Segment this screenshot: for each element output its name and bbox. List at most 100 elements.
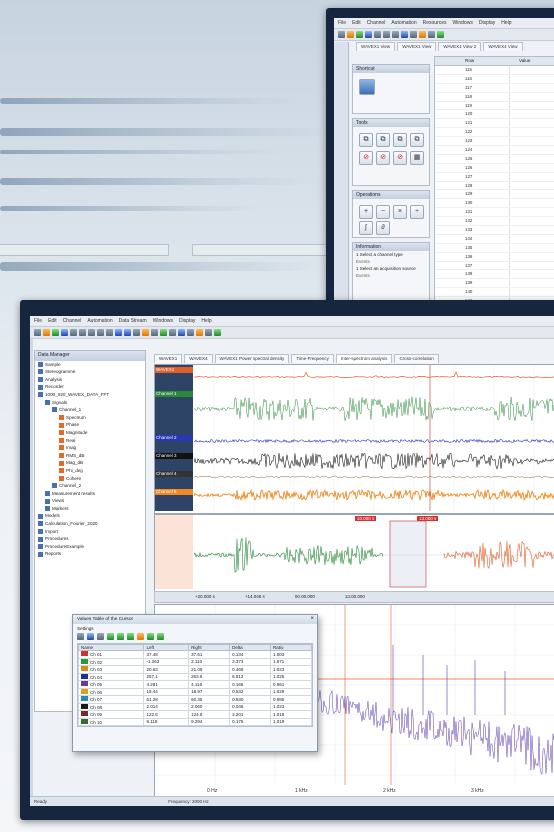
tab-time-frequency[interactable]: Time-Frequency: [291, 354, 334, 363]
tab-view[interactable]: WAVEX1 View: [356, 42, 396, 51]
table-row[interactable]: 132: [435, 217, 554, 227]
tree-item[interactable]: ProcedureExample: [35, 543, 145, 551]
table-row[interactable]: 127: [435, 172, 554, 182]
save-icon[interactable]: [52, 329, 59, 336]
add-op-button[interactable]: +: [359, 205, 373, 219]
chart-icon[interactable]: [147, 633, 154, 640]
table-row[interactable]: 125: [435, 154, 554, 164]
trace-plot[interactable]: [194, 365, 554, 511]
copy-icon[interactable]: [79, 329, 86, 336]
run-icon[interactable]: [437, 31, 444, 38]
refresh-icon[interactable]: [77, 633, 84, 640]
tree-item[interactable]: Models: [35, 512, 145, 520]
grid-icon[interactable]: [410, 31, 417, 38]
table-row[interactable]: Ch 04 257.1 263.6 6.512 1.025: [77, 672, 312, 681]
multiply-op-button[interactable]: ×: [393, 205, 407, 219]
table-row[interactable]: Ch 09 122.6 124.8 2.201 1.018: [77, 710, 312, 719]
tool-icon[interactable]: ⧉: [393, 133, 407, 147]
integrate-op-button[interactable]: ∫: [359, 221, 373, 235]
new-icon[interactable]: [338, 31, 345, 38]
zoom-view[interactable]: 10.000 s 13.000 s: [154, 514, 554, 592]
cut-icon[interactable]: [374, 31, 381, 38]
column-header[interactable]: Value: [509, 57, 530, 65]
zoom-icon[interactable]: [401, 31, 408, 38]
tree-item[interactable]: Signals: [35, 399, 145, 407]
trace-view[interactable]: WAVEX1 Channel 1 Channel 2 Channel 3 Cha…: [154, 364, 554, 514]
menu-item[interactable]: Display: [179, 318, 195, 324]
tree-item[interactable]: Channel_1: [35, 406, 145, 414]
filter-icon[interactable]: [127, 633, 134, 640]
tool-icon[interactable]: ⊘: [393, 151, 407, 165]
paste-icon[interactable]: [392, 31, 399, 38]
tab-view[interactable]: WAVEX1 View 2: [438, 42, 482, 51]
save-icon[interactable]: [356, 31, 363, 38]
tree-item[interactable]: Procedures: [35, 535, 145, 543]
tab-wavex4[interactable]: WAVEX4: [184, 354, 213, 363]
tool-icon[interactable]: ▦: [410, 151, 424, 165]
sort-icon[interactable]: [137, 633, 144, 640]
tool-icon[interactable]: ⧉: [376, 133, 390, 147]
tree-item[interactable]: Recorder: [35, 383, 145, 391]
open-icon[interactable]: [347, 31, 354, 38]
tab-cross-correlation[interactable]: Cross-correlation: [394, 354, 439, 363]
menu-item[interactable]: Data Stream: [119, 318, 147, 324]
table-row[interactable]: Ch 08 2.014 2.060 0.046 1.023: [77, 702, 312, 711]
table-row[interactable]: 123: [435, 137, 554, 147]
menu-item[interactable]: Channel: [63, 318, 82, 324]
tree-item[interactable]: Views: [35, 497, 145, 505]
table-row[interactable]: Ch 02 -1.263 2.110 3.373 1.671: [77, 657, 312, 666]
tree-item[interactable]: Real: [35, 437, 145, 445]
table-row[interactable]: 122: [435, 128, 554, 138]
menu-item[interactable]: Help: [201, 318, 211, 324]
print-icon[interactable]: [61, 329, 68, 336]
table-row[interactable]: 134: [435, 234, 554, 244]
tab-view[interactable]: WAVEX1 View: [397, 42, 437, 51]
table-row[interactable]: 120: [435, 110, 554, 120]
tree-item[interactable]: Sample: [35, 361, 145, 369]
menu-item[interactable]: Automation: [391, 20, 416, 26]
table-row[interactable]: Ch 01 37.48 37.61 0.134 1.003: [77, 650, 312, 659]
redo-icon[interactable]: [106, 329, 113, 336]
table-row[interactable]: 118: [435, 92, 554, 102]
tree-item[interactable]: Imag: [35, 444, 145, 452]
report-icon[interactable]: [214, 329, 221, 336]
table-row[interactable]: 126: [435, 163, 554, 173]
menu-item[interactable]: File: [338, 20, 346, 26]
menu-item[interactable]: Edit: [352, 20, 361, 26]
derive-op-button[interactable]: ∂: [376, 221, 390, 235]
zoom-selection[interactable]: [389, 520, 427, 588]
zoom-plot[interactable]: [194, 515, 554, 589]
tree-item[interactable]: Phase: [35, 421, 145, 429]
tree-item[interactable]: Spectrum: [35, 414, 145, 422]
menu-item[interactable]: Windows: [453, 20, 473, 26]
cut-icon[interactable]: [70, 329, 77, 336]
tab-psd[interactable]: WAVEX1 Power spectral density: [214, 354, 290, 363]
tree-item[interactable]: Measurement results: [35, 490, 145, 498]
channel-icon[interactable]: [359, 79, 375, 95]
table-row[interactable]: 117: [435, 83, 554, 93]
tree-item[interactable]: Stereogramme: [35, 368, 145, 376]
table-row[interactable]: Ch 05 4.281 4.116 0.165 0.961: [77, 680, 312, 689]
tree-item[interactable]: Cohere: [35, 475, 145, 483]
menu-item[interactable]: Automation: [87, 318, 112, 324]
marker-icon[interactable]: [142, 329, 149, 336]
table-row[interactable]: 137: [435, 261, 554, 271]
menu-item[interactable]: Resources: [423, 20, 447, 26]
cursor-icon[interactable]: [151, 329, 158, 336]
tree-item[interactable]: Analysis: [35, 376, 145, 384]
tool-icon[interactable]: ⊘: [376, 151, 390, 165]
table-row[interactable]: 131: [435, 208, 554, 218]
export-icon[interactable]: [205, 329, 212, 336]
undo-icon[interactable]: [97, 329, 104, 336]
grid-icon[interactable]: [133, 329, 140, 336]
table-row[interactable]: Ch 06 18.44 18.97 0.532 1.029: [77, 687, 312, 696]
menu-item[interactable]: Channel: [367, 20, 386, 26]
tree-item[interactable]: RMS_dB: [35, 452, 145, 460]
tree-item[interactable]: 1000_020_WAVEX_DATA_FFT: [35, 391, 145, 399]
menu-item[interactable]: File: [34, 318, 42, 324]
measure-icon[interactable]: [178, 329, 185, 336]
table-row[interactable]: 124: [435, 146, 554, 155]
zoom-in-icon[interactable]: [115, 329, 122, 336]
table-row[interactable]: 138: [435, 270, 554, 280]
settings-icon[interactable]: [157, 633, 164, 640]
